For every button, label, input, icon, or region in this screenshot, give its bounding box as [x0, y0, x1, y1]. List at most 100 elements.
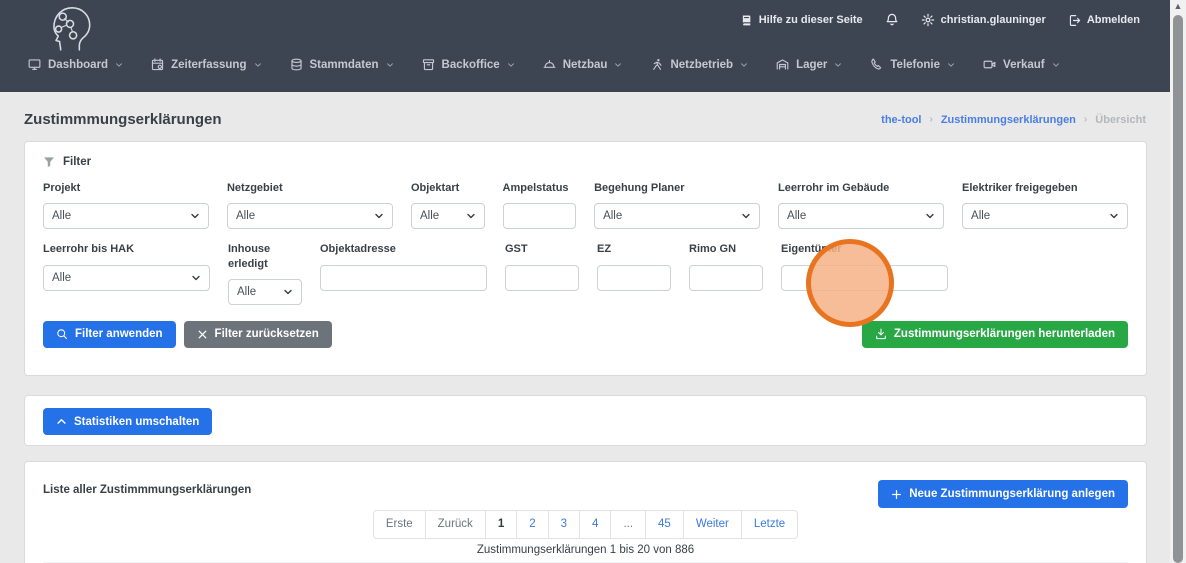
elektriker-freigegeben-label: Elektriker freigegeben: [962, 181, 1128, 195]
nav-item-stammdaten[interactable]: Stammdaten: [290, 58, 394, 71]
logout-label: Abmelden: [1087, 14, 1140, 26]
objektadresse-input[interactable]: [320, 265, 487, 291]
vertical-scrollbar[interactable]: ▲: [1170, 0, 1186, 563]
plus-icon: [891, 489, 902, 500]
leerrohr-bis-hak-select[interactable]: Alle: [43, 265, 210, 291]
ez-input[interactable]: [597, 265, 671, 291]
archive-icon: [422, 58, 435, 71]
nav-item-dashboard[interactable]: Dashboard: [28, 58, 123, 71]
begehung-planer-select[interactable]: Alle: [594, 203, 760, 229]
list-head: Liste aller Zustimmmungserklärungen Neue…: [43, 480, 1128, 510]
inhouse-erledigt-select[interactable]: Alle: [228, 279, 302, 305]
filter-field-objektart: ObjektartAlle: [411, 181, 485, 229]
gst-input[interactable]: [505, 265, 579, 291]
chevron-down-dark-icon: [1109, 211, 1119, 221]
download-declarations-button[interactable]: Zustimmungserklärungen herunterladen: [862, 321, 1128, 348]
filter-panel: Filter ProjektAlleNetzgebietAlleObjektar…: [24, 141, 1147, 376]
filter-field-leerrohr-bis-hak: Leerrohr bis HAKAlle: [43, 242, 210, 290]
page-button-4[interactable]: 4: [579, 510, 611, 539]
inhouse-erledigt-label: Inhouse erledigt: [228, 242, 302, 271]
nav-item-netzbetrieb[interactable]: Netzbetrieb: [650, 58, 748, 71]
eigentumer-input[interactable]: [781, 265, 948, 291]
chevron-down-icon: [740, 61, 748, 69]
page-button-2[interactable]: 2: [516, 510, 548, 539]
filter-row-1: ProjektAlleNetzgebietAlleObjektartAlleAm…: [43, 181, 1128, 229]
chevron-down-dark-icon: [191, 273, 201, 283]
page-button-45[interactable]: 45: [645, 510, 684, 539]
filter-field-rimo-gn: Rimo GN: [689, 242, 763, 290]
projekt-select[interactable]: Alle: [43, 203, 209, 229]
chevron-down-dark-icon: [283, 287, 293, 297]
page-button-[interactable]: ...: [610, 510, 646, 539]
help-link[interactable]: Hilfe zu dieser Seite: [740, 14, 863, 27]
notifications-button[interactable]: [885, 13, 899, 27]
filter-field-ampelstatus: Ampelstatus: [503, 181, 577, 229]
breadcrumb-separator: ›: [929, 114, 932, 125]
ez-label: EZ: [597, 242, 671, 256]
database-icon: [290, 58, 303, 71]
filter-title-label: Filter: [63, 156, 91, 168]
ampelstatus-label: Ampelstatus: [503, 181, 577, 195]
chevron-down-dark-icon: [741, 211, 751, 221]
leerrohr-im-gebaude-label: Leerrohr im Gebäude: [778, 181, 944, 195]
filter-field-projekt: ProjektAlle: [43, 181, 209, 229]
chevron-down-icon: [614, 61, 622, 69]
funnel-icon: [43, 156, 55, 168]
scroll-up-icon[interactable]: ▲: [1170, 1, 1186, 11]
ampelstatus-input[interactable]: [503, 203, 577, 229]
main-nav: Dashboard Zeiterfassung Stammdaten Backoffi…: [28, 58, 1060, 71]
chevron-down-icon: [947, 61, 955, 69]
runner-icon: [650, 58, 663, 71]
page-button-weiter[interactable]: Weiter: [683, 510, 742, 539]
page-head: Zustimmmungserklärungen the-tool›Zustimm…: [0, 92, 1170, 141]
netzgebiet-select[interactable]: Alle: [227, 203, 393, 229]
brand-logo: [42, 2, 98, 52]
nav-item-zeiterfassung[interactable]: Zeiterfassung: [151, 58, 261, 71]
pagination-summary: Zustimmungserklärungen 1 bis 20 von 886: [43, 544, 1128, 556]
app-viewport: Hilfe zu dieser Seite christian.glauning…: [0, 0, 1186, 563]
statistics-panel: Statistiken umschalten: [24, 395, 1147, 446]
breadcrumb: the-tool›Zustimmungserklärungen›Übersich…: [881, 114, 1146, 126]
gear-icon: [921, 13, 935, 27]
objektart-select[interactable]: Alle: [411, 203, 485, 229]
filter-row-2: Leerrohr bis HAKAlle Inhouse erledigt Alle…: [43, 242, 1128, 305]
page-button-erste[interactable]: Erste: [373, 510, 426, 539]
elektriker-freigegeben-select[interactable]: Alle: [962, 203, 1128, 229]
rimo-gn-label: Rimo GN: [689, 242, 763, 256]
logout-button[interactable]: Abmelden: [1068, 14, 1140, 27]
filter-panel-title: Filter: [43, 156, 1128, 168]
scrollbar-thumb[interactable]: [1173, 15, 1183, 563]
page-button-3[interactable]: 3: [548, 510, 580, 539]
new-declaration-button[interactable]: Neue Zustimmungserklärung anlegen: [878, 480, 1128, 508]
page-button-1[interactable]: 1: [485, 510, 517, 539]
nav-item-netzbau[interactable]: Netzbau: [543, 58, 623, 71]
gst-label: GST: [505, 242, 579, 256]
nav-item-lager[interactable]: Lager: [776, 58, 842, 71]
nav-item-telefonie[interactable]: Telefonie: [870, 58, 955, 71]
header-utility-bar: Hilfe zu dieser Seite christian.glauning…: [740, 13, 1140, 27]
breadcrumb-the-tool[interactable]: the-tool: [881, 114, 921, 126]
page-content: Zustimmmungserklärungen the-tool›Zustimm…: [0, 92, 1170, 563]
logout-icon: [1068, 14, 1081, 27]
filter-field-leerrohr-im-gebaude: Leerrohr im Gebäude Alle: [778, 181, 944, 229]
declarations-list-panel: Liste aller Zustimmmungserklärungen Neue…: [24, 461, 1147, 563]
user-menu[interactable]: christian.glauninger: [921, 13, 1046, 27]
apply-filter-button[interactable]: Filter anwenden: [43, 321, 176, 348]
app-header: Hilfe zu dieser Seite christian.glauning…: [0, 0, 1170, 92]
reset-filter-button[interactable]: Filter zurücksetzen: [184, 321, 332, 348]
nav-item-verkauf[interactable]: Verkauf: [983, 58, 1060, 71]
breadcrumb-zustimmungserklarungen[interactable]: Zustimmungserklärungen: [941, 114, 1076, 126]
filter-field-elektriker-freigegeben: Elektriker freigegeben Alle: [962, 181, 1128, 229]
toggle-statistics-button[interactable]: Statistiken umschalten: [43, 408, 212, 435]
page-button-zuruck[interactable]: Zurück: [425, 510, 486, 539]
chevron-down-dark-icon: [190, 211, 200, 221]
rimo-gn-input[interactable]: [689, 265, 763, 291]
page-button-letzte[interactable]: Letzte: [741, 510, 798, 539]
nav-item-backoffice[interactable]: Backoffice: [422, 58, 515, 71]
chevron-down-icon: [115, 61, 123, 69]
list-title: Liste aller Zustimmmungserklärungen: [43, 484, 251, 496]
chevron-down-icon: [834, 61, 842, 69]
leerrohr-im-gebaude-select[interactable]: Alle: [778, 203, 944, 229]
chevron-down-icon: [507, 61, 515, 69]
filter-actions: Filter anwenden Filter zurücksetzen Zust…: [43, 321, 1128, 348]
